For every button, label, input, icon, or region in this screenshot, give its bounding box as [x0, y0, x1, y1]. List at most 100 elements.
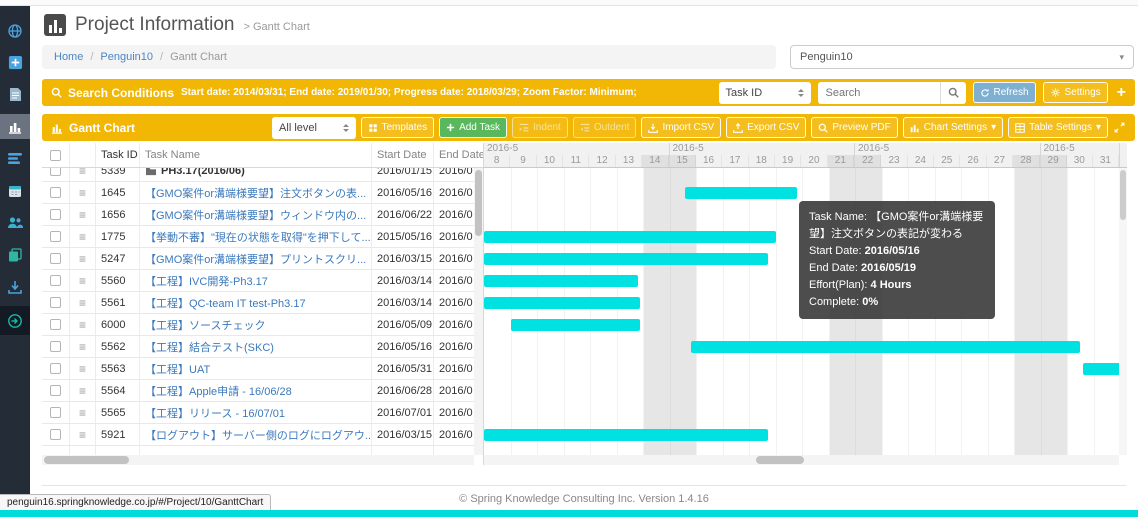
drag-handle-icon[interactable]: ≡: [70, 402, 96, 423]
row-checkbox[interactable]: [42, 182, 70, 203]
level-select[interactable]: All level: [272, 117, 355, 139]
drag-handle-icon[interactable]: ≡: [70, 226, 96, 247]
settings-button[interactable]: Settings: [1043, 82, 1108, 103]
chart-settings-button[interactable]: Chart Settings ▾: [903, 117, 1003, 138]
row-checkbox[interactable]: [42, 248, 70, 269]
table-row[interactable]: ≡5921【ログアウト】サーバー側のログにログアウ...2016/03/1520…: [42, 424, 483, 446]
scrollbar-thumb[interactable]: [756, 456, 804, 464]
fullscreen-button[interactable]: [1113, 121, 1126, 134]
task-name-link[interactable]: 【工程】UAT: [140, 358, 372, 379]
row-checkbox[interactable]: [42, 380, 70, 401]
table-row[interactable]: ≡5560【工程】IVC開発-Ph3.172016/03/142016/0: [42, 270, 483, 292]
drag-handle-icon[interactable]: ≡: [70, 314, 96, 335]
gantt-bar[interactable]: [511, 319, 641, 331]
row-checkbox[interactable]: [42, 204, 70, 225]
task-name-link[interactable]: 【工程】リリース - 16/07/01: [140, 402, 372, 423]
task-name-link[interactable]: PH3.17(2016/06): [140, 168, 372, 181]
add-task-button[interactable]: Add Task: [439, 117, 507, 138]
search-submit-button[interactable]: [940, 82, 966, 104]
drag-handle-icon[interactable]: ≡: [70, 182, 96, 203]
gantt-bar[interactable]: [685, 187, 796, 199]
outdent-button[interactable]: Outdent: [573, 117, 637, 138]
row-checkbox[interactable]: [42, 314, 70, 335]
sidebar-item-tasks[interactable]: [0, 146, 30, 171]
row-checkbox[interactable]: [42, 446, 70, 455]
task-name-link[interactable]: 【GMO案件or溝端様要望】ウィンドウ内の...: [140, 204, 372, 225]
gantt-bar[interactable]: [484, 275, 638, 287]
gantt-bar[interactable]: [484, 429, 768, 441]
project-select[interactable]: Penguin10 ▾: [790, 45, 1134, 69]
table-row[interactable]: ≡1645【GMO案件or溝端様要望】注文ボタンの表...2016/05/162…: [42, 182, 483, 204]
gantt-bar[interactable]: [1083, 363, 1120, 375]
sidebar-item-logout[interactable]: [0, 306, 30, 335]
gantt-bar[interactable]: [484, 297, 640, 309]
table-row[interactable]: ≡6000【工程】ソースチェック2016/05/092016/0: [42, 314, 483, 336]
table-row[interactable]: ≡5339PH3.17(2016/06)2016/01/152016/0: [42, 168, 483, 182]
sidebar-item-documents[interactable]: [0, 82, 30, 107]
chart-vertical-scrollbar[interactable]: [1119, 168, 1127, 455]
table-row[interactable]: ≡5561【工程】QC-team IT test-Ph3.172016/03/1…: [42, 292, 483, 314]
task-name-link[interactable]: 【GMO案件or溝端様要望】プリントスクリ...: [140, 248, 372, 269]
table-row[interactable]: [42, 446, 483, 455]
drag-handle-icon[interactable]: ≡: [70, 204, 96, 225]
row-checkbox[interactable]: [42, 168, 70, 181]
table-row[interactable]: ≡5565【工程】リリース - 16/07/012016/07/012016/0: [42, 402, 483, 424]
table-row[interactable]: ≡5564【工程】Apple申請 - 16/06/282016/06/28201…: [42, 380, 483, 402]
scrollbar-thumb[interactable]: [1120, 170, 1126, 220]
table-row[interactable]: ≡5563【工程】UAT2016/05/312016/0: [42, 358, 483, 380]
table-settings-button[interactable]: Table Settings ▾: [1008, 117, 1108, 138]
task-name-link[interactable]: 【工程】IVC開発-Ph3.17: [140, 270, 372, 291]
scrollbar-thumb[interactable]: [475, 170, 482, 236]
sidebar-item-calendar[interactable]: [0, 178, 30, 203]
task-name-link[interactable]: 【ログアウト】サーバー側のログにログアウ...: [140, 424, 372, 445]
task-name-link[interactable]: 【挙動不審】"現在の状態を取得"を押下して...: [140, 226, 372, 247]
templates-button[interactable]: Templates: [361, 117, 435, 138]
scrollbar-thumb[interactable]: [44, 456, 129, 464]
gantt-bar[interactable]: [484, 231, 776, 243]
gantt-bar[interactable]: [484, 253, 768, 265]
table-row[interactable]: ≡1656【GMO案件or溝端様要望】ウィンドウ内の...2016/06/222…: [42, 204, 483, 226]
drag-handle-icon[interactable]: ≡: [70, 270, 96, 291]
drag-handle-icon[interactable]: ≡: [70, 358, 96, 379]
breadcrumb-home-link[interactable]: Home: [54, 51, 83, 63]
indent-button[interactable]: Indent: [512, 117, 568, 138]
table-row[interactable]: ≡5562【工程】結合テスト(SKC)2016/05/162016/0: [42, 336, 483, 358]
drag-handle-icon[interactable]: ≡: [70, 336, 96, 357]
task-name-link[interactable]: 【工程】結合テスト(SKC): [140, 336, 372, 357]
row-checkbox[interactable]: [42, 226, 70, 247]
task-name-link[interactable]: [140, 446, 372, 455]
row-checkbox[interactable]: [42, 336, 70, 357]
search-input[interactable]: [818, 82, 940, 104]
sidebar-item-globe[interactable]: [0, 18, 30, 43]
select-all-checkbox[interactable]: [42, 143, 70, 167]
table-row[interactable]: ≡1775【挙動不審】"現在の状態を取得"を押下して...2015/05/162…: [42, 226, 483, 248]
row-checkbox[interactable]: [42, 402, 70, 423]
task-name-link[interactable]: 【工程】QC-team IT test-Ph3.17: [140, 292, 372, 313]
task-name-link[interactable]: 【工程】Apple申請 - 16/06/28: [140, 380, 372, 401]
add-condition-button[interactable]: +: [1117, 85, 1126, 101]
search-field-select[interactable]: Task ID: [719, 82, 811, 104]
refresh-button[interactable]: Refresh: [973, 82, 1036, 103]
import-csv-button[interactable]: Import CSV: [641, 117, 721, 138]
table-vertical-scrollbar[interactable]: [474, 168, 483, 455]
breadcrumb-project-link[interactable]: Penguin10: [100, 51, 153, 63]
drag-handle-icon[interactable]: ≡: [70, 380, 96, 401]
drag-handle-icon[interactable]: ≡: [70, 168, 96, 181]
drag-handle-icon[interactable]: [70, 446, 96, 455]
row-checkbox[interactable]: [42, 292, 70, 313]
row-checkbox[interactable]: [42, 270, 70, 291]
sidebar-item-project-info[interactable]: [0, 114, 30, 139]
sidebar-item-members[interactable]: [0, 210, 30, 235]
preview-pdf-button[interactable]: Preview PDF: [811, 117, 897, 138]
drag-handle-icon[interactable]: ≡: [70, 292, 96, 313]
table-row[interactable]: ≡5247【GMO案件or溝端様要望】プリントスクリ...2016/03/152…: [42, 248, 483, 270]
task-name-link[interactable]: 【工程】ソースチェック: [140, 314, 372, 335]
task-name-link[interactable]: 【GMO案件or溝端様要望】注文ボタンの表...: [140, 182, 372, 203]
row-checkbox[interactable]: [42, 424, 70, 445]
drag-handle-icon[interactable]: ≡: [70, 424, 96, 445]
export-csv-button[interactable]: Export CSV: [726, 117, 806, 138]
sidebar-item-downloads[interactable]: [0, 274, 30, 299]
chart-horizontal-scrollbar[interactable]: [484, 455, 1119, 465]
gantt-bar[interactable]: [691, 341, 1081, 353]
row-checkbox[interactable]: [42, 358, 70, 379]
